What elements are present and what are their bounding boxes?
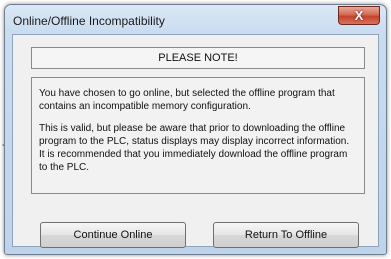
message-paragraph-1: You have chosen to go online, but select… xyxy=(39,88,335,112)
dialog-window: Online/Offline Incompatibility X PLEASE … xyxy=(4,4,387,255)
dialog-title: Online/Offline Incompatibility xyxy=(13,14,165,28)
close-icon: X xyxy=(354,8,364,23)
message-box: You have chosen to go online, but select… xyxy=(31,77,365,194)
return-to-offline-button[interactable]: Return To Offline xyxy=(213,222,359,248)
continue-online-button[interactable]: Continue Online xyxy=(40,222,186,248)
notice-heading: PLEASE NOTE! xyxy=(31,47,365,69)
message-paragraph-2: This is valid, but please be aware that … xyxy=(39,123,350,173)
title-bar[interactable]: Online/Offline Incompatibility X xyxy=(5,5,386,35)
close-button[interactable]: X xyxy=(338,6,380,25)
dialog-body: PLEASE NOTE! You have chosen to go onlin… xyxy=(12,34,379,248)
